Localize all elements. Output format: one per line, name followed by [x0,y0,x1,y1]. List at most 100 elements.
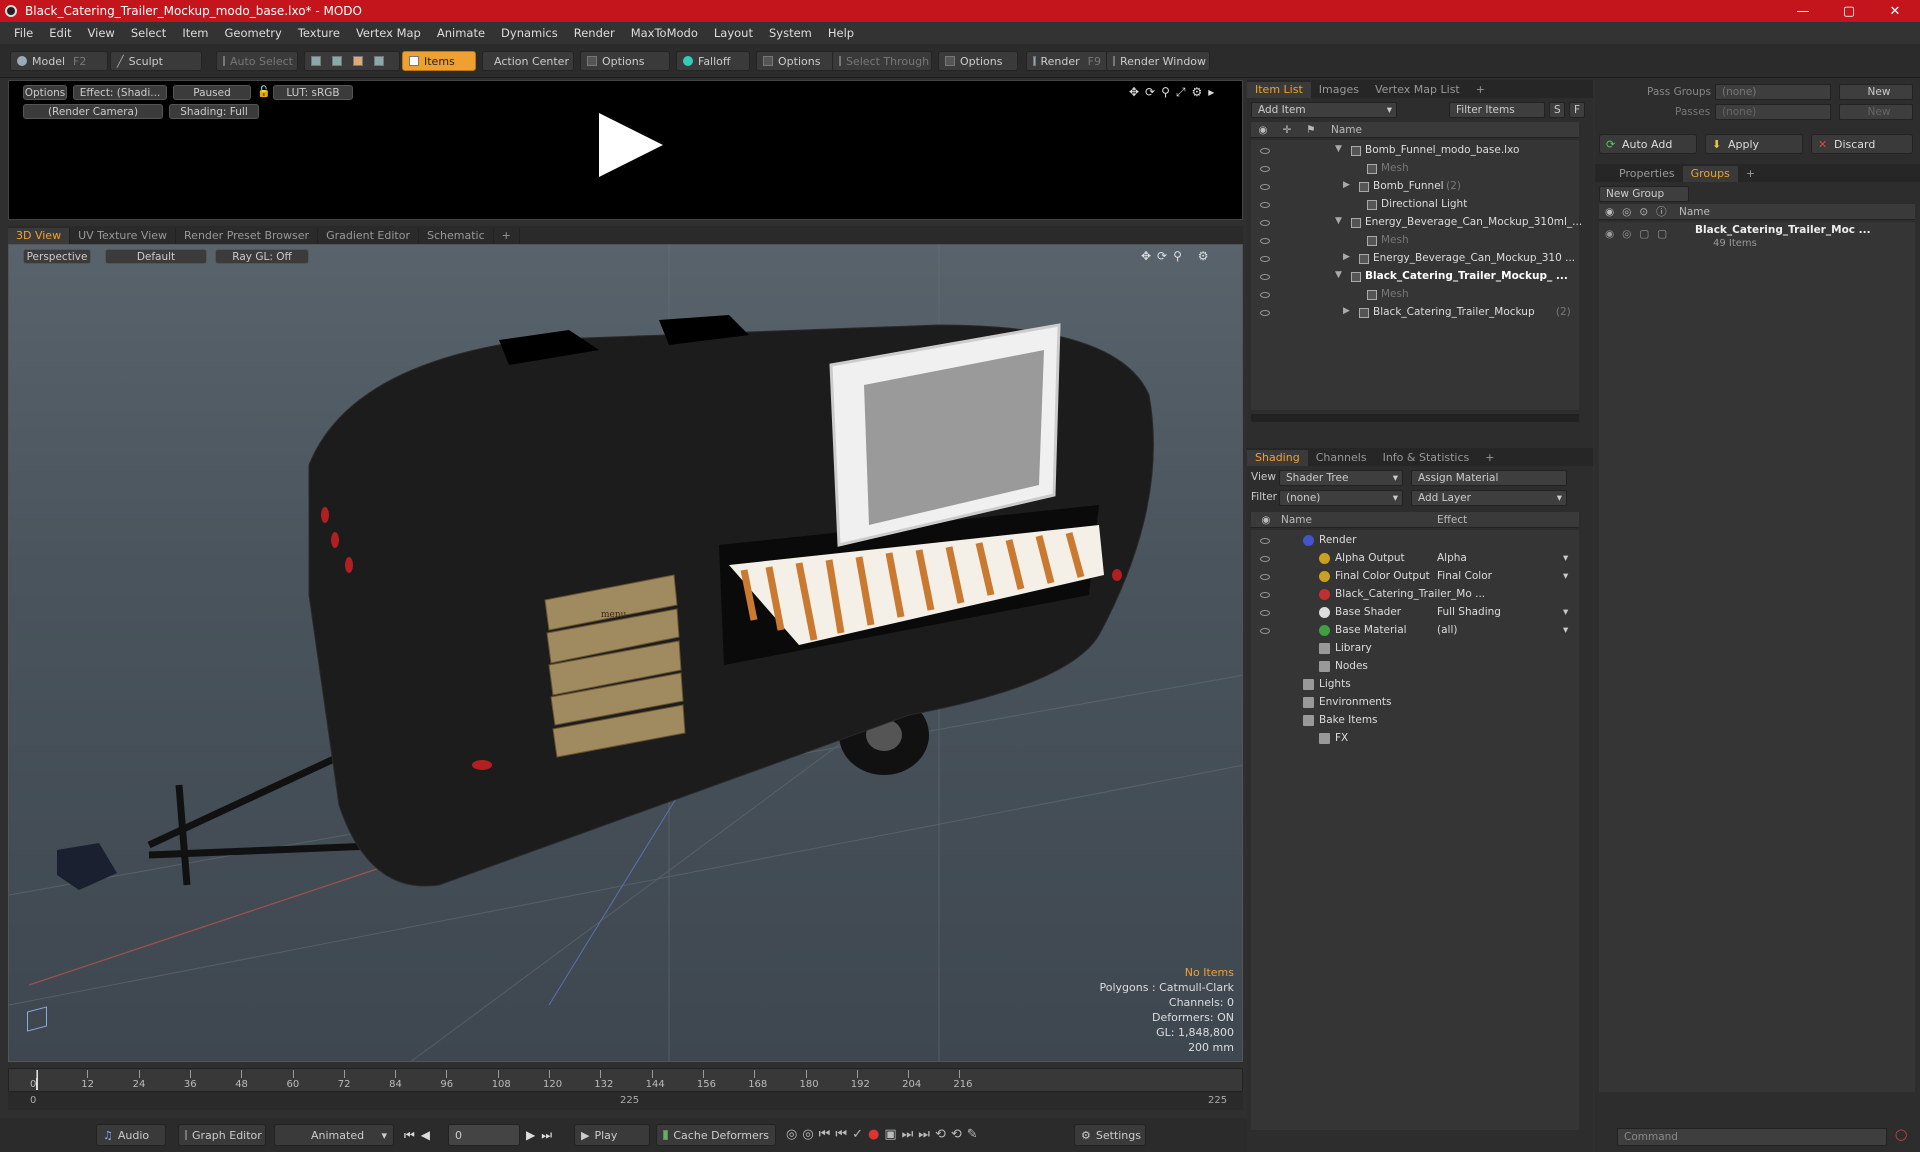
vertices-mode-icon[interactable] [311,56,321,66]
tab-properties[interactable]: Properties [1611,166,1683,182]
chevron-down-icon[interactable]: ▾ [1563,552,1568,564]
menu-vertex-map[interactable]: Vertex Map [348,26,429,40]
itemlist-scrollbar[interactable] [1251,414,1579,422]
tab-info-statistics[interactable]: Info & Statistics [1375,450,1478,466]
close-button[interactable]: ✕ [1872,0,1918,22]
item-s-button[interactable]: S [1549,102,1565,118]
visibility-eye-icon[interactable] [1260,592,1270,598]
visibility-eye-icon[interactable] [1260,628,1270,634]
skip-prev-icons[interactable]: ⏮◀ [404,1128,436,1143]
shader-row[interactable]: Lights [1251,676,1579,694]
add-tab-button[interactable]: + [1468,82,1493,98]
expand-down-icon[interactable]: ▼ [1335,270,1342,280]
menu-animate[interactable]: Animate [429,26,493,40]
command-input[interactable]: Command [1617,1128,1887,1146]
skip-next-icons[interactable]: ▶⏭ [526,1128,558,1143]
sculpt-mode-button[interactable]: ╱ Sculpt [110,51,202,71]
tab-channels[interactable]: Channels [1308,450,1375,466]
tab-schematic[interactable]: Schematic [419,228,494,244]
visibility-eye-icon[interactable] [1260,292,1270,298]
menu-help[interactable]: Help [820,26,862,40]
preview-nav-icons[interactable]: ✥⟳⚲⤢⚙▸ [1129,85,1220,100]
command-stop-icon[interactable]: ◯ [1895,1128,1907,1141]
menu-dynamics[interactable]: Dynamics [493,26,566,40]
audio-button[interactable]: ♫ Audio [96,1124,166,1146]
action-center-button[interactable]: Action Center [482,51,574,71]
item-row[interactable]: ▼ Black_Catering_Trailer_Mockup_ ... [1251,268,1579,286]
materials-mode-icon[interactable] [374,56,384,66]
menu-select[interactable]: Select [123,26,174,40]
tab-gradient-editor[interactable]: Gradient Editor [318,228,419,244]
graph-editor-button[interactable]: Graph Editor [178,1124,266,1146]
auto-add-button[interactable]: ⟳ Auto Add [1599,134,1697,154]
3d-viewport[interactable]: Perspective Default Ray GL: Off ✥⟳⚲ ⚙ me… [8,244,1243,1062]
expand-right-icon[interactable]: ▶ [1343,306,1350,316]
assign-material-button[interactable]: Assign Material [1411,470,1567,486]
shader-effect-dropdown[interactable]: Final Color [1437,570,1535,582]
shader-row[interactable]: Nodes [1251,658,1579,676]
maximize-button[interactable]: ▢ [1826,0,1872,22]
expand-right-icon[interactable]: ▶ [1343,252,1350,262]
item-row[interactable]: Mesh [1251,160,1579,178]
discard-button[interactable]: ✕ Discard [1811,134,1913,154]
shading-dropdown[interactable]: Shading: Full [169,104,259,119]
item-row[interactable]: ▼ Energy_Beverage_Can_Mockup_310ml_... [1251,214,1582,232]
select-through-button[interactable]: Select Through [832,51,932,71]
tab-groups[interactable]: Groups [1682,166,1738,182]
render-window-button[interactable]: Render Window [1106,51,1210,71]
shader-row[interactable]: FX [1251,730,1579,748]
key-tool-icons[interactable]: ◎◎⏮⏮✓●▣⏭⏭⟲⟲✎ [786,1127,983,1142]
view-dropdown[interactable]: Shader Tree ▾ [1279,470,1403,486]
tab-images[interactable]: Images [1311,82,1367,98]
preview-effect-dropdown[interactable]: Effect: (Shadi... [73,85,167,100]
edges-mode-icon[interactable] [332,56,342,66]
chevron-down-icon[interactable]: ▾ [1563,606,1568,618]
visibility-eye-icon[interactable] [1260,202,1270,208]
lut-dropdown[interactable]: LUT: sRGB [273,85,353,100]
visibility-eye-icon[interactable] [1260,538,1270,544]
render-button[interactable]: Render F9 [1026,51,1108,71]
item-row[interactable]: ▶ Bomb_Funnel (2) [1251,178,1579,196]
shader-row[interactable]: Base Shader Full Shading ▾ [1251,604,1579,622]
menu-texture[interactable]: Texture [290,26,348,40]
expand-right-icon[interactable]: ▶ [1343,180,1350,190]
menu-maxtomodo[interactable]: MaxToModo [623,26,706,40]
add-tab-button[interactable]: + [1477,450,1502,466]
visibility-eye-icon[interactable] [1260,574,1270,580]
new-group-button[interactable]: New Group [1599,186,1689,202]
tab-item-list[interactable]: Item List [1247,82,1311,98]
timeline[interactable]: 0 12 24 36 48 60 72 84 96 108 120 132 144 156 168 180 19… [8,1068,1243,1110]
visibility-eye-icon[interactable] [1260,166,1270,172]
apply-button[interactable]: ⬇ Apply [1705,134,1803,154]
auto-select-button[interactable]: Auto Select [216,51,298,71]
menu-layout[interactable]: Layout [706,26,761,40]
shader-effect-dropdown[interactable]: Full Shading [1437,606,1535,618]
item-row[interactable]: Directional Light [1251,196,1579,214]
model-mode-button[interactable]: Model F2 [10,51,108,71]
item-row[interactable]: ▶ Black_Catering_Trailer_Mockup (2) [1251,304,1579,322]
expand-down-icon[interactable]: ▼ [1335,144,1342,154]
pass-groups-dropdown[interactable]: (none) [1715,84,1831,100]
play-icon[interactable] [599,113,663,177]
item-row[interactable]: ▼ Bomb_Funnel_modo_base.lxo [1251,142,1579,160]
group-row[interactable]: ◉◎▢▢ Black_Catering_Trailer_Moc ... 49 I… [1599,222,1915,252]
render-preview[interactable]: Options Effect: (Shadi... Paused 🔓 LUT: … [8,80,1243,220]
add-tab-button[interactable]: + [1738,166,1763,182]
preview-paused-button[interactable]: Paused [173,85,251,100]
shader-row[interactable]: Render [1251,532,1579,550]
preview-options-button[interactable]: Options [23,85,67,100]
visibility-eye-icon[interactable] [1260,556,1270,562]
shader-effect-dropdown[interactable]: Alpha [1437,552,1535,564]
menu-edit[interactable]: Edit [41,26,79,40]
item-row[interactable]: Mesh [1251,286,1579,304]
item-f-button[interactable]: F [1569,102,1585,118]
shader-effect-dropdown[interactable]: (all) [1437,624,1535,636]
minimize-button[interactable]: — [1780,0,1826,22]
visibility-eye-icon[interactable] [1260,184,1270,190]
visibility-eye-icon[interactable] [1260,274,1270,280]
settings-button[interactable]: ⚙ Settings [1074,1124,1146,1146]
new-pass-group-button[interactable]: New [1839,84,1913,100]
frame-input[interactable]: 0 [448,1124,520,1146]
action-center-options-button[interactable]: Options [580,51,670,71]
new-pass-button[interactable]: New [1839,104,1913,120]
